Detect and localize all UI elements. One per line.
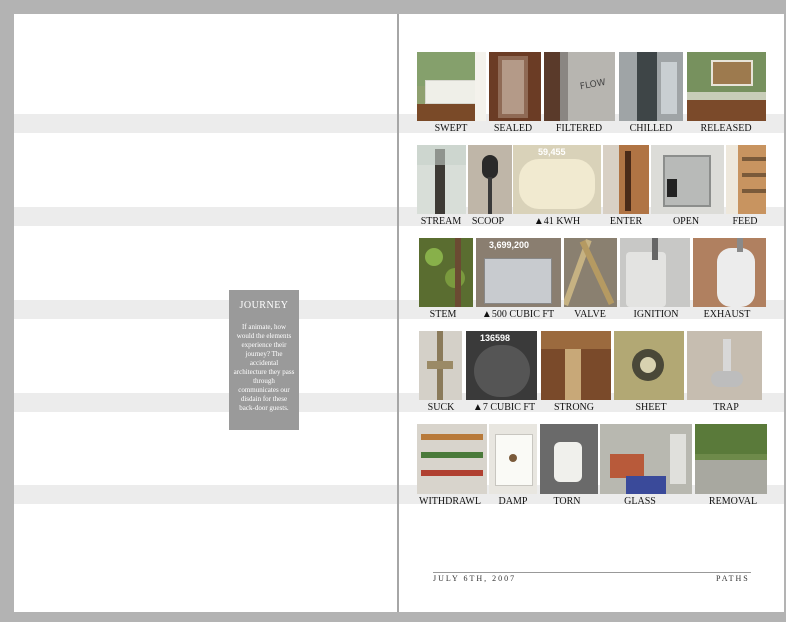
caption-open: OPEN <box>672 216 700 227</box>
caption-41-kwh: ▲41 KWH <box>533 216 581 227</box>
photo-strong <box>541 331 611 400</box>
photo-filtered: FLOW <box>544 52 615 121</box>
photo-gas-meter: 3,699,200 <box>476 238 561 307</box>
photo-scoop <box>468 145 512 214</box>
journey-text: If animate, how would the elements exper… <box>233 323 295 412</box>
photo-damp <box>489 424 537 494</box>
photo-stem <box>419 238 473 307</box>
photo-enter <box>603 145 649 214</box>
photo-ignition <box>620 238 690 307</box>
journey-title: JOURNEY <box>239 300 289 311</box>
photo-feed <box>726 145 766 214</box>
photo-released <box>687 52 766 121</box>
photo-exhaust <box>693 238 766 307</box>
caption-sealed: SEALED <box>493 123 533 134</box>
caption-glass: GLASS <box>624 496 656 507</box>
photo-open <box>651 145 724 214</box>
caption-filtered: FILTERED <box>555 123 603 134</box>
photo-electric-meter: 59,455 <box>513 145 601 214</box>
footer-date: JULY 6TH, 2007 <box>433 574 517 583</box>
caption-withdrawl: WITHDRAWL <box>419 496 481 507</box>
photo-withdrawl <box>417 424 487 494</box>
photo-suck <box>419 331 462 400</box>
caption-swept: SWEPT <box>434 123 468 134</box>
caption-stem: STEM <box>429 309 457 320</box>
caption-chilled: CHILLED <box>629 123 673 134</box>
footer-rule <box>433 572 751 573</box>
caption-torn: TORN <box>553 496 581 507</box>
photo-sealed <box>489 52 541 121</box>
caption-500-cubic-ft: ▲500 CUBIC FT <box>481 309 555 320</box>
photo-glass <box>600 424 692 494</box>
flow-text: FLOW <box>579 77 607 93</box>
photo-torn <box>540 424 598 494</box>
caption-exhaust: EXHAUST <box>703 309 751 320</box>
caption-damp: DAMP <box>498 496 528 507</box>
journey-panel: JOURNEY If animate, how would the elemen… <box>229 290 299 430</box>
caption-sheet: SHEET <box>635 402 667 413</box>
photo-stream <box>417 145 466 214</box>
caption-valve: VALVE <box>574 309 606 320</box>
photo-removal <box>695 424 767 494</box>
photo-valve <box>564 238 617 307</box>
caption-strong: STRONG <box>553 402 595 413</box>
caption-suck: SUCK <box>427 402 455 413</box>
caption-trap: TRAP <box>713 402 739 413</box>
caption-feed: FEED <box>732 216 758 227</box>
photo-trap <box>687 331 762 400</box>
photo-chilled <box>619 52 683 121</box>
caption-7-cubic-ft: ▲7 CUBIC FT <box>472 402 536 413</box>
photo-swept <box>417 52 486 121</box>
caption-scoop: SCOOP <box>471 216 505 227</box>
photo-sheet <box>614 331 684 400</box>
caption-removal: REMOVAL <box>708 496 758 507</box>
water-meter-reading: 136598 <box>480 333 511 343</box>
caption-stream: STREAM <box>420 216 462 227</box>
photo-water-meter: 136598 <box>466 331 537 400</box>
footer-title: PATHS <box>716 574 750 583</box>
left-page <box>14 14 399 612</box>
caption-enter: ENTER <box>609 216 643 227</box>
gas-meter-reading: 3,699,200 <box>489 240 530 250</box>
caption-released: RELEASED <box>700 123 752 134</box>
caption-ignition: IGNITION <box>633 309 679 320</box>
electric-meter-reading: 59,455 <box>538 147 566 157</box>
